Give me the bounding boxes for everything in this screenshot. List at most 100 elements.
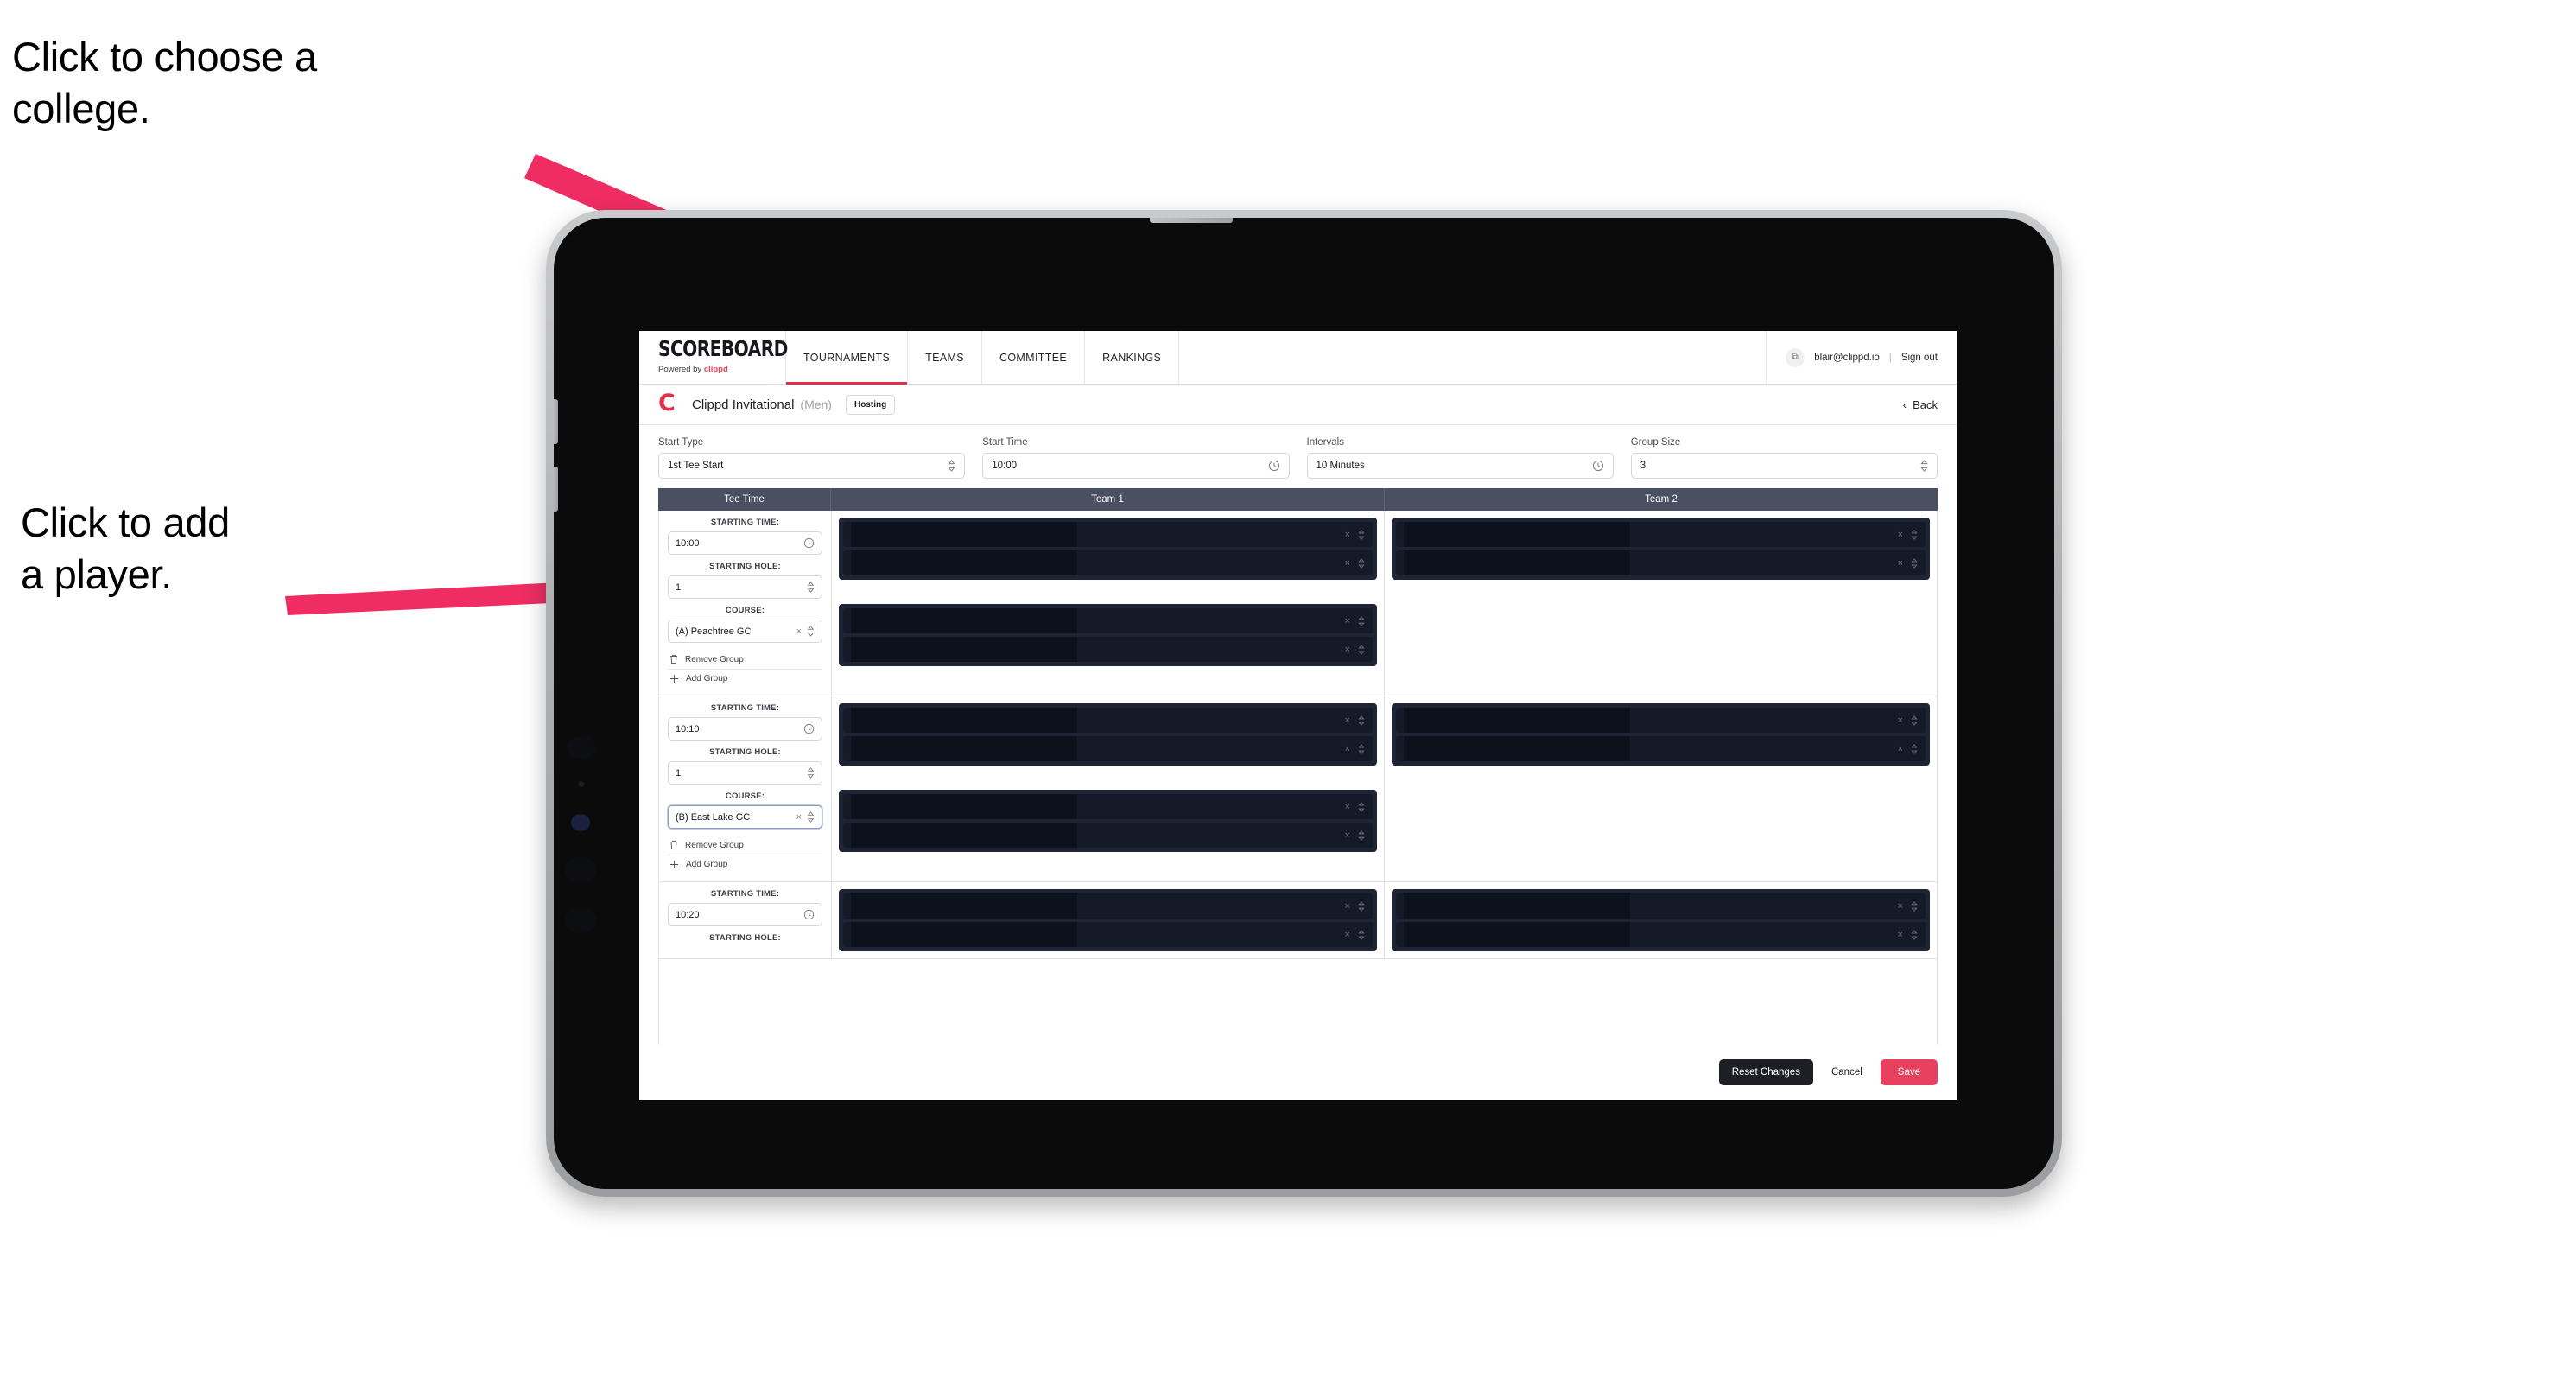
remove-group-button[interactable]: Remove Group [668,650,822,669]
player-select-row[interactable]: × [1396,736,1926,761]
redacted-player-name [1404,736,1630,761]
stepper-icon[interactable] [1911,900,1918,912]
clock-icon[interactable] [1268,460,1280,472]
cancel-button[interactable]: Cancel [1818,1059,1875,1085]
player-select-row[interactable]: × [843,608,1373,633]
clear-icon[interactable]: × [1898,715,1903,726]
player-select-row[interactable]: × [1396,893,1926,919]
player-select-row[interactable]: × [1396,922,1926,947]
clear-icon[interactable]: × [1345,802,1350,812]
course-select[interactable]: (A) Peachtree GC × [668,620,822,643]
clear-icon[interactable]: × [1898,901,1903,912]
clock-icon[interactable] [803,723,815,734]
player-select-row[interactable]: × [843,522,1373,547]
clear-icon[interactable]: × [1345,645,1350,655]
stepper-icon[interactable] [1358,830,1365,841]
clear-icon[interactable]: × [1898,558,1903,569]
clear-icon[interactable]: × [1345,715,1350,726]
nav-tab-teams[interactable]: TEAMS [908,331,982,384]
redacted-player-name [851,736,1077,761]
volume-down-button[interactable] [554,467,558,512]
starting-time-input[interactable]: 10:10 [668,717,822,741]
stepper-icon[interactable] [807,626,815,637]
stepper-icon[interactable] [1358,557,1365,569]
back-button[interactable]: ‹ Back [1903,398,1938,411]
stepper-icon[interactable] [1911,743,1918,754]
stepper-icon[interactable] [1358,743,1365,754]
start-time-input[interactable]: 10:00 [982,453,1290,479]
course-value: (A) Peachtree GC [676,626,752,637]
remove-group-button[interactable]: Remove Group [668,836,822,855]
starting-time-input[interactable]: 10:00 [668,531,822,555]
add-group-button[interactable]: Add Group [668,669,822,688]
reset-changes-button[interactable]: Reset Changes [1718,1059,1813,1085]
stepper-icon[interactable] [1358,529,1365,540]
sign-out-link[interactable]: Sign out [1901,353,1938,363]
clear-icon[interactable]: × [1898,930,1903,940]
stepper-icon[interactable] [1358,929,1365,940]
clear-icon[interactable]: × [1345,744,1350,754]
course-select[interactable]: (B) East Lake GC × [668,805,822,829]
clock-icon[interactable] [1592,460,1604,472]
player-select-row[interactable]: × [843,736,1373,761]
stepper-icon[interactable] [1358,615,1365,626]
player-select-row[interactable]: × [843,637,1373,662]
stepper-icon[interactable] [807,582,815,593]
tee-time-table-body[interactable]: STARTING TIME: 10:00 STARTING HOLE: 1 CO… [658,511,1938,1045]
starting-hole-stepper[interactable]: 1 [668,761,822,785]
clear-icon[interactable]: × [1345,558,1350,569]
clock-icon[interactable] [803,909,815,920]
sensor-dot [567,736,596,759]
clear-icon[interactable]: × [1345,830,1350,841]
clear-icon[interactable]: × [1345,616,1350,626]
stepper-icon[interactable] [948,460,955,472]
stepper-icon[interactable] [1358,900,1365,912]
player-select-row[interactable]: × [1396,550,1926,575]
group-size-stepper[interactable]: 3 [1630,453,1938,479]
redacted-player-name [1404,550,1630,575]
player-select-row[interactable]: × [1396,708,1926,733]
start-type-select[interactable]: 1st Tee Start [658,453,966,479]
sensor-dot [564,909,597,933]
stepper-icon[interactable] [1358,801,1365,812]
player-group-panel: × × [839,889,1377,951]
avatar[interactable]: ⧉ [1786,347,1805,367]
nav-tab-tournaments[interactable]: TOURNAMENTS [786,331,909,385]
tournament-header: C Clippd Invitational (Men) Hosting ‹ Ba… [639,385,1957,425]
nav-tab-committee[interactable]: COMMITTEE [982,331,1086,384]
stepper-icon[interactable] [1358,715,1365,726]
clear-icon[interactable]: × [796,812,802,823]
player-select-row[interactable]: × [843,794,1373,819]
player-select-row[interactable]: × [843,893,1373,919]
add-group-button[interactable]: Add Group [668,855,822,874]
nav-tab-rankings[interactable]: RANKINGS [1085,331,1180,384]
player-select-row[interactable]: × [843,708,1373,733]
starting-hole-stepper[interactable]: 1 [668,575,822,599]
stepper-icon[interactable] [1920,460,1928,472]
clear-icon[interactable]: × [1898,530,1903,540]
clear-icon[interactable]: × [1345,901,1350,912]
clear-icon[interactable]: × [1345,530,1350,540]
stepper-icon[interactable] [1911,929,1918,940]
stepper-icon[interactable] [1911,529,1918,540]
stepper-icon[interactable] [1911,557,1918,569]
clear-icon[interactable]: × [1345,930,1350,940]
volume-up-button[interactable] [554,399,558,444]
clear-icon[interactable]: × [1898,744,1903,754]
clear-icon[interactable]: × [796,626,802,637]
power-button[interactable] [1150,218,1233,223]
control-label: Start Time [982,437,1028,448]
stepper-icon[interactable] [807,767,815,779]
player-select-row[interactable]: × [843,823,1373,848]
clock-icon[interactable] [803,537,815,549]
save-button[interactable]: Save [1880,1059,1938,1085]
stepper-icon[interactable] [1911,715,1918,726]
stepper-icon[interactable] [807,811,815,823]
stepper-icon[interactable] [1358,644,1365,655]
starting-time-input[interactable]: 10:20 [668,903,822,926]
intervals-input[interactable]: 10 Minutes [1306,453,1614,479]
player-select-row[interactable]: × [1396,522,1926,547]
player-select-row[interactable]: × [843,922,1373,947]
app-logo[interactable]: SCOREBOARD Powered by clippd [639,331,788,384]
player-select-row[interactable]: × [843,550,1373,575]
